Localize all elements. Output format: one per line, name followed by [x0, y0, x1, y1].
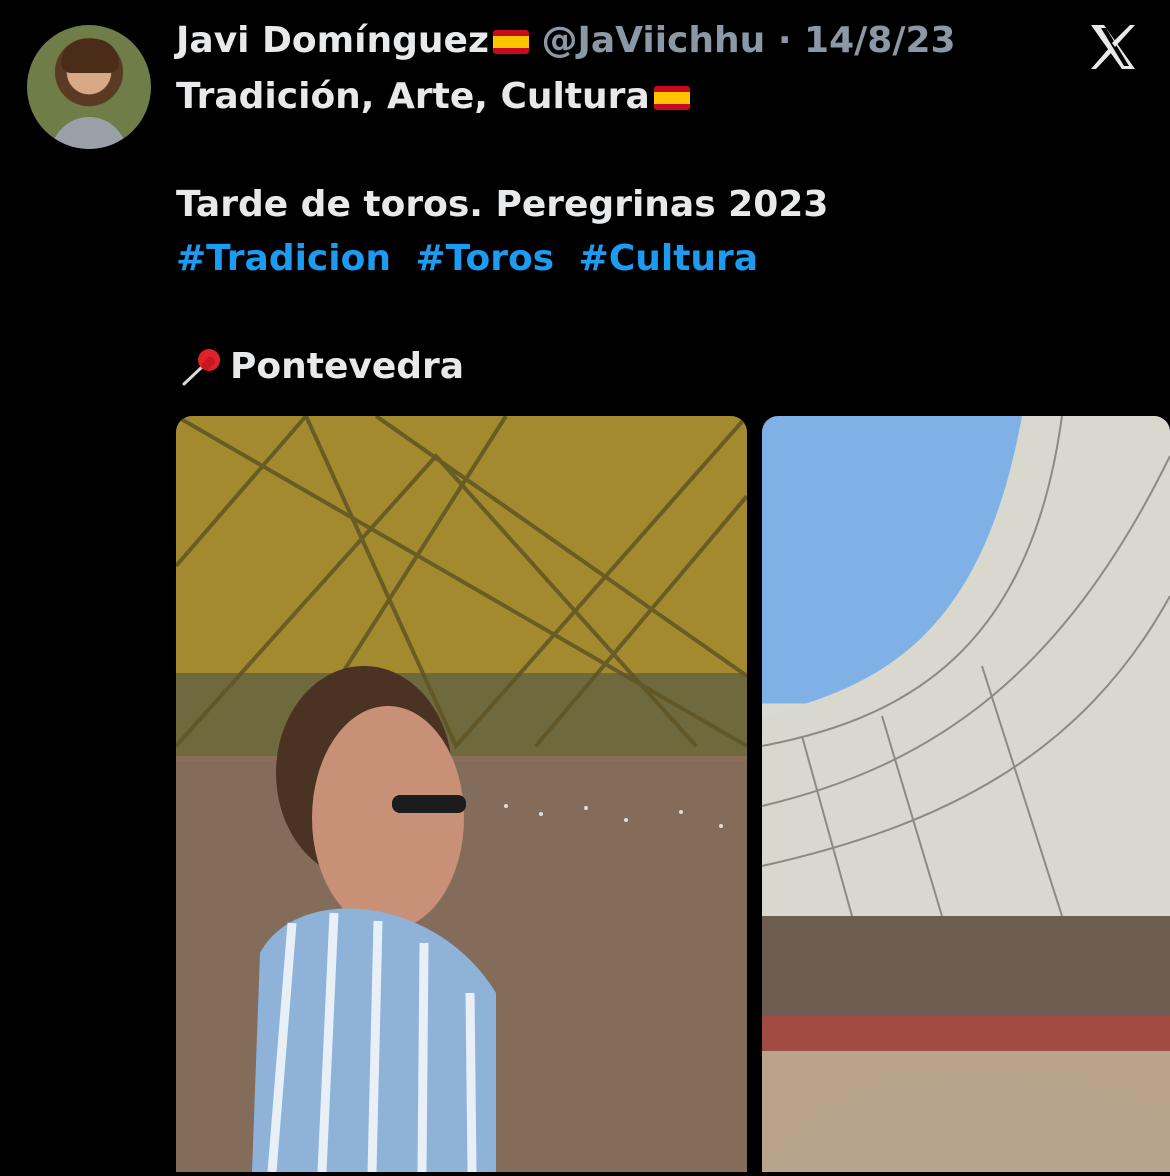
location-line: Pontevedra	[176, 344, 464, 390]
person-in-photo	[252, 663, 496, 1173]
hashtags-row: #Tradicion #Toros #Cultura	[176, 236, 770, 282]
spanish-flag-icon	[653, 86, 690, 110]
tweet-header: Javi Domínguez @JaViichhu · 14/8/23	[176, 18, 956, 64]
spanish-flag-icon	[492, 30, 529, 54]
hashtag-tradicion[interactable]: #Tradicion	[176, 238, 391, 279]
meta-separator: ·	[777, 20, 792, 61]
location-name: Pontevedra	[230, 346, 465, 387]
tweet-text-line-1: Tradición, Arte, Cultura	[176, 74, 690, 120]
media-image-2[interactable]	[762, 416, 1170, 1172]
hashtag-toros[interactable]: #Toros	[416, 238, 555, 279]
x-logo-icon[interactable]	[1086, 20, 1140, 74]
stadium-roof-pattern	[762, 416, 1170, 1172]
hashtag-cultura[interactable]: #Cultura	[579, 238, 758, 279]
author-name[interactable]: Javi Domínguez	[176, 20, 489, 61]
profile-avatar[interactable]	[27, 25, 151, 149]
author-handle[interactable]: @JaViichhu	[541, 20, 765, 61]
pushpin-icon	[182, 349, 220, 386]
tweet-text-line-2: Tarde de toros. Peregrinas 2023	[176, 184, 829, 225]
tweet-date[interactable]: 14/8/23	[804, 20, 956, 61]
tweet-text-1: Tradición, Arte, Cultura	[176, 76, 650, 117]
